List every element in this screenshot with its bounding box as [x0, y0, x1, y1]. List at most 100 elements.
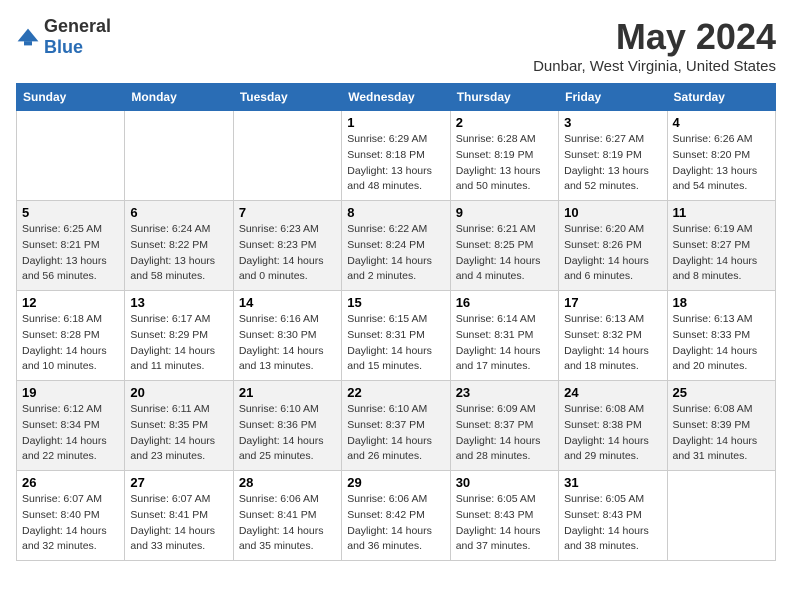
day-number: 24	[564, 385, 661, 400]
day-detail: Sunrise: 6:07 AMSunset: 8:41 PMDaylight:…	[130, 492, 227, 555]
day-number: 12	[22, 295, 119, 310]
header-thursday: Thursday	[450, 84, 558, 111]
main-title: May 2024	[533, 16, 776, 58]
week-row-2: 5 Sunrise: 6:25 AMSunset: 8:21 PMDayligh…	[17, 201, 776, 291]
day-number: 13	[130, 295, 227, 310]
day-number: 4	[673, 115, 770, 130]
day-number: 26	[22, 475, 119, 490]
day-number: 7	[239, 205, 336, 220]
calendar-cell: 23 Sunrise: 6:09 AMSunset: 8:37 PMDaylig…	[450, 381, 558, 471]
day-number: 9	[456, 205, 553, 220]
day-detail: Sunrise: 6:06 AMSunset: 8:41 PMDaylight:…	[239, 492, 336, 555]
header-saturday: Saturday	[667, 84, 775, 111]
calendar-cell: 28 Sunrise: 6:06 AMSunset: 8:41 PMDaylig…	[233, 471, 341, 561]
day-number: 30	[456, 475, 553, 490]
day-number: 1	[347, 115, 444, 130]
day-number: 19	[22, 385, 119, 400]
day-number: 8	[347, 205, 444, 220]
calendar-cell: 29 Sunrise: 6:06 AMSunset: 8:42 PMDaylig…	[342, 471, 450, 561]
day-detail: Sunrise: 6:06 AMSunset: 8:42 PMDaylight:…	[347, 492, 444, 555]
day-detail: Sunrise: 6:26 AMSunset: 8:20 PMDaylight:…	[673, 132, 770, 195]
calendar-cell: 15 Sunrise: 6:15 AMSunset: 8:31 PMDaylig…	[342, 291, 450, 381]
calendar-cell: 24 Sunrise: 6:08 AMSunset: 8:38 PMDaylig…	[559, 381, 667, 471]
calendar-cell: 10 Sunrise: 6:20 AMSunset: 8:26 PMDaylig…	[559, 201, 667, 291]
logo-general: General	[44, 16, 111, 36]
header-wednesday: Wednesday	[342, 84, 450, 111]
header-tuesday: Tuesday	[233, 84, 341, 111]
day-detail: Sunrise: 6:23 AMSunset: 8:23 PMDaylight:…	[239, 222, 336, 285]
calendar-cell: 4 Sunrise: 6:26 AMSunset: 8:20 PMDayligh…	[667, 111, 775, 201]
calendar-cell: 1 Sunrise: 6:29 AMSunset: 8:18 PMDayligh…	[342, 111, 450, 201]
calendar-cell: 31 Sunrise: 6:05 AMSunset: 8:43 PMDaylig…	[559, 471, 667, 561]
day-number: 25	[673, 385, 770, 400]
day-number: 2	[456, 115, 553, 130]
calendar-cell: 13 Sunrise: 6:17 AMSunset: 8:29 PMDaylig…	[125, 291, 233, 381]
day-detail: Sunrise: 6:07 AMSunset: 8:40 PMDaylight:…	[22, 492, 119, 555]
calendar-cell: 22 Sunrise: 6:10 AMSunset: 8:37 PMDaylig…	[342, 381, 450, 471]
day-number: 28	[239, 475, 336, 490]
day-detail: Sunrise: 6:24 AMSunset: 8:22 PMDaylight:…	[130, 222, 227, 285]
header-monday: Monday	[125, 84, 233, 111]
calendar-cell: 12 Sunrise: 6:18 AMSunset: 8:28 PMDaylig…	[17, 291, 125, 381]
day-detail: Sunrise: 6:08 AMSunset: 8:38 PMDaylight:…	[564, 402, 661, 465]
header-friday: Friday	[559, 84, 667, 111]
calendar-cell: 30 Sunrise: 6:05 AMSunset: 8:43 PMDaylig…	[450, 471, 558, 561]
day-number: 10	[564, 205, 661, 220]
day-detail: Sunrise: 6:22 AMSunset: 8:24 PMDaylight:…	[347, 222, 444, 285]
logo-blue: Blue	[44, 37, 83, 57]
calendar-cell	[667, 471, 775, 561]
calendar-cell: 3 Sunrise: 6:27 AMSunset: 8:19 PMDayligh…	[559, 111, 667, 201]
day-detail: Sunrise: 6:10 AMSunset: 8:37 PMDaylight:…	[347, 402, 444, 465]
day-number: 3	[564, 115, 661, 130]
day-detail: Sunrise: 6:05 AMSunset: 8:43 PMDaylight:…	[456, 492, 553, 555]
day-detail: Sunrise: 6:17 AMSunset: 8:29 PMDaylight:…	[130, 312, 227, 375]
day-detail: Sunrise: 6:11 AMSunset: 8:35 PMDaylight:…	[130, 402, 227, 465]
day-number: 22	[347, 385, 444, 400]
day-detail: Sunrise: 6:27 AMSunset: 8:19 PMDaylight:…	[564, 132, 661, 195]
calendar-cell	[233, 111, 341, 201]
day-number: 11	[673, 205, 770, 220]
header-sunday: Sunday	[17, 84, 125, 111]
calendar-cell: 7 Sunrise: 6:23 AMSunset: 8:23 PMDayligh…	[233, 201, 341, 291]
weekday-header-row: Sunday Monday Tuesday Wednesday Thursday…	[17, 84, 776, 111]
day-detail: Sunrise: 6:18 AMSunset: 8:28 PMDaylight:…	[22, 312, 119, 375]
day-number: 15	[347, 295, 444, 310]
calendar-cell	[125, 111, 233, 201]
calendar-cell: 11 Sunrise: 6:19 AMSunset: 8:27 PMDaylig…	[667, 201, 775, 291]
week-row-4: 19 Sunrise: 6:12 AMSunset: 8:34 PMDaylig…	[17, 381, 776, 471]
day-number: 16	[456, 295, 553, 310]
calendar-cell: 20 Sunrise: 6:11 AMSunset: 8:35 PMDaylig…	[125, 381, 233, 471]
day-detail: Sunrise: 6:16 AMSunset: 8:30 PMDaylight:…	[239, 312, 336, 375]
day-detail: Sunrise: 6:13 AMSunset: 8:33 PMDaylight:…	[673, 312, 770, 375]
day-detail: Sunrise: 6:12 AMSunset: 8:34 PMDaylight:…	[22, 402, 119, 465]
day-detail: Sunrise: 6:10 AMSunset: 8:36 PMDaylight:…	[239, 402, 336, 465]
calendar-cell: 25 Sunrise: 6:08 AMSunset: 8:39 PMDaylig…	[667, 381, 775, 471]
title-area: May 2024 Dunbar, West Virginia, United S…	[533, 16, 776, 75]
day-number: 6	[130, 205, 227, 220]
calendar-cell: 16 Sunrise: 6:14 AMSunset: 8:31 PMDaylig…	[450, 291, 558, 381]
calendar-cell: 2 Sunrise: 6:28 AMSunset: 8:19 PMDayligh…	[450, 111, 558, 201]
day-number: 29	[347, 475, 444, 490]
calendar-cell: 14 Sunrise: 6:16 AMSunset: 8:30 PMDaylig…	[233, 291, 341, 381]
day-detail: Sunrise: 6:29 AMSunset: 8:18 PMDaylight:…	[347, 132, 444, 195]
day-detail: Sunrise: 6:19 AMSunset: 8:27 PMDaylight:…	[673, 222, 770, 285]
calendar-cell: 26 Sunrise: 6:07 AMSunset: 8:40 PMDaylig…	[17, 471, 125, 561]
week-row-5: 26 Sunrise: 6:07 AMSunset: 8:40 PMDaylig…	[17, 471, 776, 561]
day-detail: Sunrise: 6:25 AMSunset: 8:21 PMDaylight:…	[22, 222, 119, 285]
day-number: 14	[239, 295, 336, 310]
day-detail: Sunrise: 6:05 AMSunset: 8:43 PMDaylight:…	[564, 492, 661, 555]
day-detail: Sunrise: 6:28 AMSunset: 8:19 PMDaylight:…	[456, 132, 553, 195]
week-row-1: 1 Sunrise: 6:29 AMSunset: 8:18 PMDayligh…	[17, 111, 776, 201]
calendar-cell: 21 Sunrise: 6:10 AMSunset: 8:36 PMDaylig…	[233, 381, 341, 471]
day-number: 17	[564, 295, 661, 310]
week-row-3: 12 Sunrise: 6:18 AMSunset: 8:28 PMDaylig…	[17, 291, 776, 381]
calendar-cell	[17, 111, 125, 201]
calendar-cell: 27 Sunrise: 6:07 AMSunset: 8:41 PMDaylig…	[125, 471, 233, 561]
day-detail: Sunrise: 6:20 AMSunset: 8:26 PMDaylight:…	[564, 222, 661, 285]
calendar-cell: 9 Sunrise: 6:21 AMSunset: 8:25 PMDayligh…	[450, 201, 558, 291]
day-number: 5	[22, 205, 119, 220]
logo: General Blue	[16, 16, 111, 58]
logo-icon	[16, 27, 40, 47]
day-number: 31	[564, 475, 661, 490]
day-detail: Sunrise: 6:08 AMSunset: 8:39 PMDaylight:…	[673, 402, 770, 465]
